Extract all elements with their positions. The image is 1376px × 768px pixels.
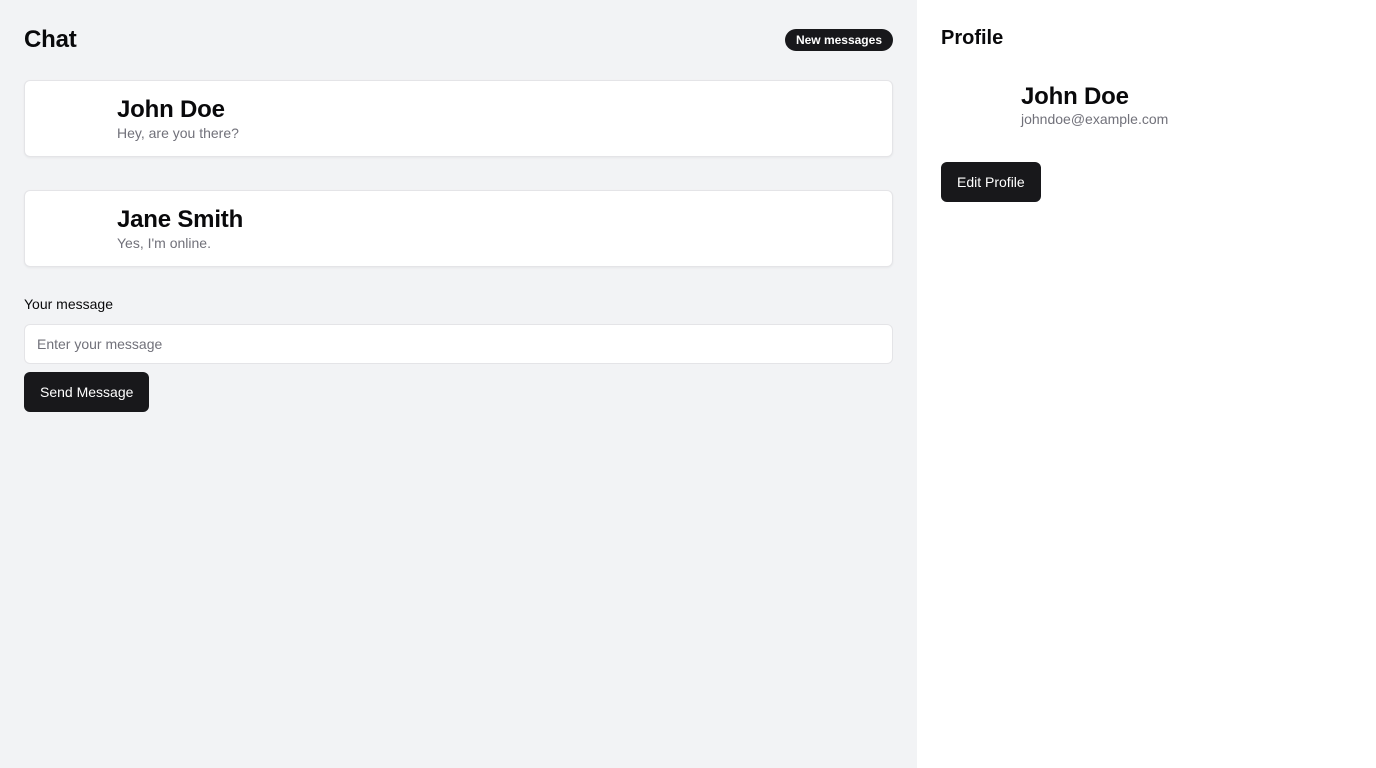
new-messages-badge: New messages	[784, 29, 893, 51]
message-label: Your message	[24, 296, 113, 312]
profile-title: Profile	[941, 27, 1004, 49]
profile-pane: Profile John Doe johndoe@example.com Edi…	[917, 0, 1376, 768]
chat-title: Chat	[24, 26, 77, 53]
conversation-name: Jane Smith	[117, 205, 244, 233]
avatar	[49, 209, 89, 249]
profile-email: johndoe@example.com	[1021, 111, 1169, 127]
profile-card: John Doe johndoe@example.com	[941, 78, 1352, 134]
conversation-text: John Doe Hey, are you there?	[117, 96, 239, 142]
conversation-item[interactable]: John Doe Hey, are you there?	[24, 80, 893, 157]
conversation-item[interactable]: Jane Smith Yes, I'm online.	[24, 190, 893, 267]
avatar	[941, 78, 997, 134]
conversation-name: John Doe	[117, 95, 225, 123]
chat-header: Chat New messages	[24, 24, 893, 56]
chat-pane: Chat New messages John Doe Hey, are you …	[0, 0, 917, 768]
app-root: Chat New messages John Doe Hey, are you …	[0, 0, 1376, 768]
avatar	[49, 99, 89, 139]
conversation-preview: Hey, are you there?	[117, 124, 239, 141]
edit-profile-button[interactable]: Edit Profile	[941, 162, 1041, 202]
send-message-button[interactable]: Send Message	[24, 372, 150, 412]
conversation-preview: Yes, I'm online.	[117, 234, 211, 251]
profile-name: John Doe	[1021, 83, 1129, 110]
conversation-text: Jane Smith Yes, I'm online.	[117, 206, 243, 252]
message-input[interactable]	[24, 324, 893, 364]
profile-details: John Doe johndoe@example.com	[1021, 84, 1168, 128]
